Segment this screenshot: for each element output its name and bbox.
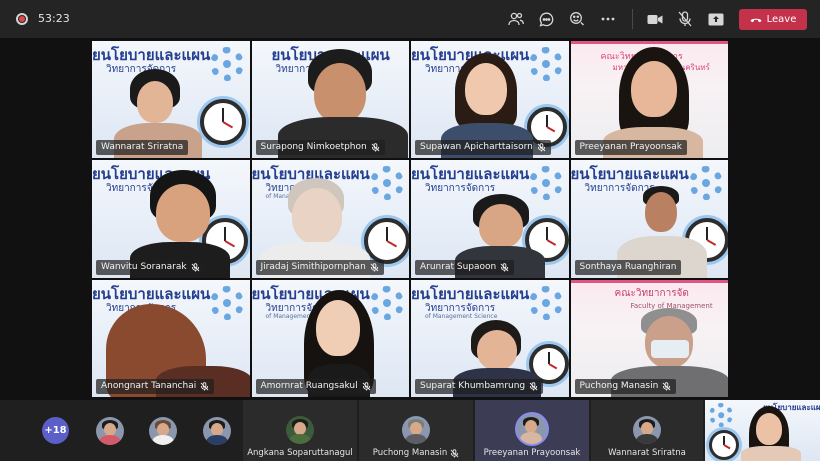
mic-off-icon[interactable] bbox=[675, 9, 695, 29]
mic-off-icon bbox=[371, 143, 380, 152]
participant-tile[interactable]: ยนโยบายและแผน วิทยาการจัดการ Anongnart T… bbox=[91, 278, 251, 398]
clock-icon bbox=[709, 430, 739, 460]
clock-icon bbox=[363, 218, 410, 265]
participant-tile-small[interactable]: Wannarat Sriratna bbox=[591, 400, 703, 461]
participant-face bbox=[313, 63, 366, 123]
background-banner-title: คณะวิทยาการจัด bbox=[614, 287, 689, 299]
meeting-timer: 53:23 bbox=[38, 12, 70, 25]
participant-avatar bbox=[517, 414, 547, 444]
participant-face bbox=[156, 184, 210, 243]
more-participants-button[interactable]: +18 bbox=[42, 417, 69, 444]
participant-tile[interactable]: ยนโยบายและแผน วิทยาการจัดการ Sonthaya Ru… bbox=[569, 159, 729, 279]
participant-face bbox=[291, 188, 342, 245]
gear-icon bbox=[529, 166, 563, 201]
gear-icon bbox=[709, 403, 733, 427]
participant-tile[interactable]: ยนโยบายและแผน วิทยาการจัดการ Wannarat Sr… bbox=[91, 40, 251, 160]
leave-label: Leave bbox=[766, 14, 797, 25]
participant-body bbox=[741, 446, 801, 461]
participant-face bbox=[465, 63, 507, 115]
participant-tile[interactable]: ยนโยบายและแผน วิทยาการจัดการ Arunrat Sup… bbox=[410, 159, 570, 279]
more-options-icon[interactable] bbox=[598, 9, 618, 29]
participant-name-tag: Arunrat Supaoon bbox=[415, 259, 515, 275]
participant-name: Wannarat Sriratna bbox=[608, 448, 686, 458]
participant-name-tag: Surapong Nimkoetphon bbox=[255, 140, 385, 156]
background-banner-subtitle: วิทยาการจัดการ bbox=[425, 183, 496, 195]
gear-icon bbox=[369, 285, 404, 320]
participant-strip: +18 Angkana Soparuttanagul Puchong Manas… bbox=[0, 400, 820, 461]
gear-icon bbox=[529, 285, 563, 320]
mic-off-icon bbox=[537, 143, 546, 152]
mic-off-icon bbox=[191, 262, 199, 272]
participant-name-tag: Jiradaj Simithipornphan bbox=[255, 259, 384, 275]
clock-icon bbox=[200, 99, 246, 145]
participant-tile[interactable]: ยนโยบายและแผน วิทยาการจัดการ Supawan Api… bbox=[410, 40, 570, 160]
participant-tile[interactable]: ยนโยบายและแผน วิทยาการจัดการ Wanvitu Sor… bbox=[91, 159, 251, 279]
participant-name: Preeyanan Prayoonsak bbox=[483, 448, 581, 458]
participant-name-tag: Suparat Khumbamrung bbox=[415, 378, 544, 394]
participant-tile-small[interactable]: Angkana Soparuttanagul bbox=[243, 400, 357, 461]
participant-name-tag: Puchong Manasin bbox=[574, 378, 677, 394]
participant-name-tag: Supawan Apicharttaisorn bbox=[415, 140, 551, 156]
participant-name-tag: Amornrat Ruangsakul bbox=[255, 378, 376, 394]
participant-name: Angkana Soparuttanagul bbox=[247, 448, 353, 458]
background-pink-strip bbox=[570, 41, 728, 44]
people-icon[interactable] bbox=[506, 9, 526, 29]
participant-name-tag: Anongnart Tananchai bbox=[96, 378, 215, 394]
participant-name-tag: Sonthaya Ruanghiran bbox=[574, 259, 682, 275]
participant-name-tag: Wanvitu Soranarak bbox=[96, 259, 205, 275]
participant-face bbox=[477, 329, 517, 370]
participant-face bbox=[315, 299, 360, 356]
mic-off-icon bbox=[362, 382, 371, 391]
participant-tile[interactable]: ยนโยบายและแผน วิทยาการจัดการ of Manageme… bbox=[250, 278, 410, 398]
participant-tile-small[interactable]: Puchong Manasin bbox=[359, 400, 473, 461]
participant-avatar[interactable] bbox=[203, 417, 231, 445]
participant-tile[interactable]: ยนโยบายและแผน วิทยาการจัดการ of Manageme… bbox=[250, 159, 410, 279]
chat-icon[interactable] bbox=[536, 9, 556, 29]
participant-name-tag: Wannarat Sriratna bbox=[96, 140, 189, 156]
video-grid: ยนโยบายและแผน วิทยาการจัดการ Wannarat Sr… bbox=[91, 40, 729, 398]
participant-tile[interactable]: คณะวิทยาการจัดการ มหาวิทยาลัยสงขลานครินท… bbox=[569, 40, 729, 160]
reactions-icon[interactable] bbox=[567, 9, 587, 29]
gear-icon bbox=[210, 285, 244, 320]
participant-tile[interactable]: ยนโยบายและแผน วิทยาการจัดการ of Manageme… bbox=[410, 278, 570, 398]
self-view[interactable]: ยนโยบายและแผน bbox=[705, 400, 820, 461]
participant-face bbox=[644, 192, 677, 233]
mic-off-icon bbox=[662, 382, 671, 391]
background-pink-strip bbox=[570, 279, 728, 283]
gear-icon bbox=[210, 47, 244, 81]
participant-tile[interactable]: คณะวิทยาการจัด Faculty of Management Puc… bbox=[569, 278, 729, 398]
mic-off-icon bbox=[200, 382, 209, 391]
participant-avatar[interactable] bbox=[96, 417, 124, 445]
leave-button[interactable]: Leave bbox=[739, 9, 807, 30]
phone-hangup-icon bbox=[750, 18, 762, 22]
participant-face bbox=[137, 81, 173, 123]
participant-tile[interactable]: ยนโยบายและแผน วิทยาการจัดการ Surapong Ni… bbox=[250, 40, 410, 160]
participant-face bbox=[630, 61, 677, 117]
toolbar-divider bbox=[632, 9, 633, 29]
participant-face bbox=[756, 413, 782, 445]
participant-avatar bbox=[402, 416, 430, 444]
mic-off-icon bbox=[450, 448, 459, 458]
participant-avatar[interactable] bbox=[149, 417, 177, 445]
participant-avatar bbox=[286, 416, 314, 444]
camera-icon[interactable] bbox=[645, 9, 665, 29]
background-banner-english: of Management Science bbox=[425, 312, 498, 320]
face-mask bbox=[650, 339, 689, 358]
meeting-toolbar: 53:23 Leave bbox=[0, 0, 820, 38]
participant-tile-small-speaking[interactable]: Preeyanan Prayoonsak bbox=[475, 400, 589, 461]
participant-face bbox=[479, 204, 523, 249]
participant-name: Puchong Manasin bbox=[359, 448, 473, 458]
recording-icon bbox=[16, 13, 28, 25]
mic-off-icon bbox=[529, 382, 538, 391]
share-screen-icon[interactable] bbox=[706, 9, 726, 29]
mic-off-icon bbox=[370, 262, 379, 272]
mic-off-icon bbox=[500, 262, 509, 272]
gear-icon bbox=[369, 166, 404, 201]
gear-icon bbox=[688, 166, 723, 201]
participant-avatar bbox=[633, 416, 661, 444]
gear-icon bbox=[529, 47, 563, 81]
participant-name-tag: Preeyanan Prayoonsak bbox=[574, 140, 687, 156]
